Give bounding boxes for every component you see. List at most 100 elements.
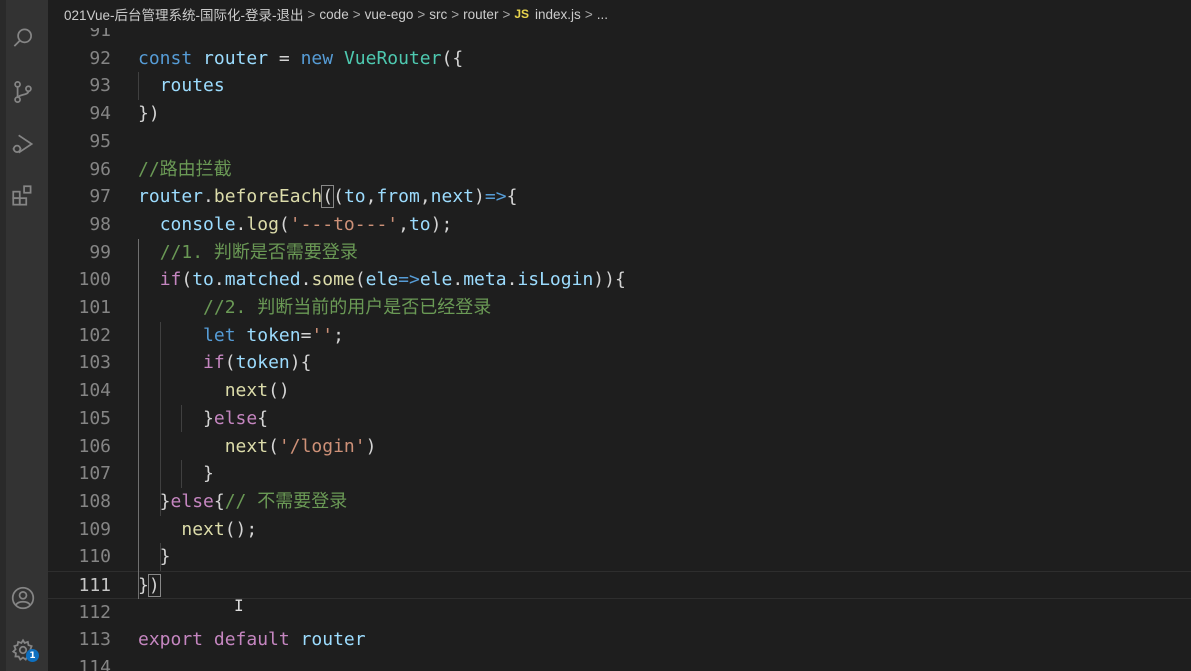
line-number: 110 [78, 546, 111, 568]
code-token: = [268, 47, 301, 69]
code-token: }) [138, 103, 160, 125]
code-editor[interactable]: 91 92 const router = new VueRouter({93 rou… [48, 28, 1191, 671]
code-token: isLogin [517, 269, 594, 291]
line-number: 109 [78, 518, 111, 540]
settings-badge: 1 [26, 649, 39, 662]
code-token: . [203, 186, 214, 208]
code-token: (); [224, 518, 258, 540]
settings-gear-icon[interactable]: 1 [7, 634, 39, 666]
line-number: 96 [89, 158, 111, 180]
code-token: ( [321, 185, 335, 209]
breadcrumb-separator: > [417, 6, 426, 22]
code-token: matched [224, 269, 301, 291]
code-text: next() [138, 377, 290, 405]
breadcrumb-item-project[interactable]: 021Vue-后台管理系统-国际化-登录-退出 [64, 4, 304, 24]
code-token: ) [474, 186, 485, 208]
code-line[interactable]: 101 //2. 判断当前的用户是否已经登录 [48, 294, 1191, 322]
code-line[interactable]: 99 //1. 判断是否需要登录 [48, 239, 1191, 267]
code-token: next [224, 435, 269, 457]
code-token: ele [419, 269, 453, 291]
code-token: next [181, 518, 225, 540]
code-token: else [213, 407, 258, 429]
line-number: 113 [78, 629, 111, 651]
code-token: ({ [441, 47, 464, 69]
code-line[interactable]: 108 }else{// 不需要登录 [48, 488, 1191, 516]
code-line[interactable]: 103 if(token){ [48, 349, 1191, 377]
code-token: to [343, 186, 366, 208]
code-line[interactable]: 113 export default router [48, 626, 1191, 654]
code-line[interactable]: 98 console.log('---to---',to); [48, 211, 1191, 239]
code-token: , [365, 186, 377, 208]
line-number: 93 [89, 75, 111, 97]
code-line[interactable]: 100 if(to.matched.some(ele=>ele.meta.isL… [48, 266, 1191, 294]
code-token: '' [311, 324, 334, 346]
code-line[interactable]: 93 routes [48, 72, 1191, 100]
code-token: to [408, 213, 431, 235]
breadcrumb: 021Vue-后台管理系统-国际化-登录-退出 > code > vue-ego… [48, 0, 1191, 28]
code-token: ( [278, 213, 290, 235]
breadcrumb-item-src[interactable]: src [429, 7, 447, 22]
breadcrumb-item-code[interactable]: code [319, 7, 348, 22]
code-text: //1. 判断是否需要登录 [138, 239, 358, 267]
code-line[interactable]: 96 //路由拦截 [48, 156, 1191, 184]
code-text: if(token){ [138, 349, 311, 377]
breadcrumb-item-file[interactable]: index.js [535, 7, 581, 22]
mouse-text-cursor: I [234, 596, 244, 615]
code-token: ele [365, 269, 399, 291]
code-line[interactable]: 104 next() [48, 377, 1191, 405]
code-token: default [213, 629, 290, 651]
breadcrumb-item-symbols[interactable]: ... [597, 7, 608, 22]
code-token: log [246, 213, 279, 235]
code-token: } [138, 463, 214, 485]
code-line[interactable]: 95 [48, 128, 1191, 156]
code-text: } [138, 543, 171, 571]
line-number: 107 [78, 463, 111, 485]
code-line[interactable]: 105 }else{ [48, 405, 1191, 433]
code-token: router [300, 629, 366, 651]
code-token: { [506, 186, 518, 208]
activity-bar-edge [0, 0, 6, 671]
code-token: router [138, 186, 204, 208]
extensions-icon[interactable] [7, 180, 39, 212]
code-token: export [138, 629, 204, 651]
code-line[interactable]: 102 let token=''; [48, 322, 1191, 350]
run-debug-icon[interactable] [7, 128, 39, 160]
code-text: next(); [138, 516, 257, 544]
code-line[interactable]: 111}) [48, 571, 1191, 599]
code-text: next('/login') [138, 433, 377, 461]
source-control-icon[interactable] [7, 76, 39, 108]
breadcrumb-item-router[interactable]: router [463, 7, 498, 22]
line-number: 100 [78, 269, 111, 291]
code-line[interactable]: 91 [48, 28, 1191, 45]
indent-guide [159, 543, 161, 571]
line-number: 104 [78, 380, 111, 402]
code-token: } [138, 575, 149, 596]
code-line[interactable]: 107 } [48, 460, 1191, 488]
line-number: 111 [78, 575, 111, 596]
indent-guide [181, 404, 183, 433]
code-line[interactable]: 97 router.beforeEach((to,from,next)=>{ [48, 183, 1191, 211]
code-token: ){ [289, 352, 312, 374]
code-token: to [192, 269, 214, 291]
code-token: if [203, 352, 225, 374]
js-file-icon: JS [514, 7, 530, 21]
breadcrumb-item-vue-ego[interactable]: vue-ego [365, 7, 414, 22]
code-line[interactable]: 94}) [48, 100, 1191, 128]
code-line[interactable]: 92 const router = new VueRouter({ [48, 45, 1191, 73]
code-line[interactable]: 106 next('/login') [48, 433, 1191, 461]
search-icon[interactable] [7, 22, 39, 54]
code-token: //1. 判断是否需要登录 [159, 241, 358, 263]
code-line[interactable]: 112 [48, 599, 1191, 627]
breadcrumb-separator: > [502, 6, 511, 22]
code-token: ; [333, 324, 344, 346]
code-token: () [268, 380, 290, 402]
account-icon[interactable] [7, 582, 39, 614]
code-token: let [203, 324, 236, 346]
code-token: , [398, 213, 409, 235]
code-line[interactable]: 109 next(); [48, 516, 1191, 544]
line-number: 102 [78, 324, 111, 346]
code-token: . [213, 269, 225, 291]
code-line[interactable]: 114 [48, 654, 1191, 671]
code-line[interactable]: 110 } [48, 543, 1191, 571]
